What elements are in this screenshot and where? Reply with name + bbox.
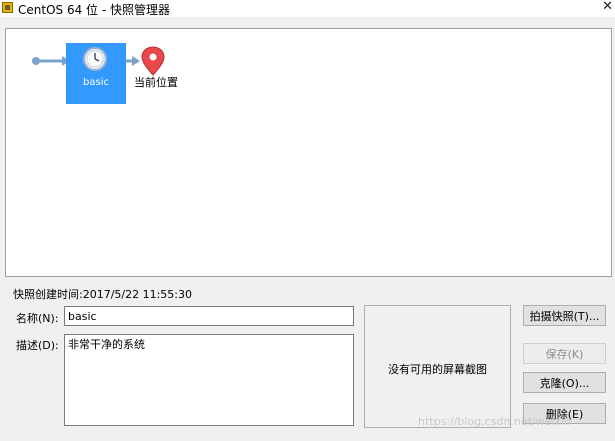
snapshot-tree-canvas[interactable]: basic 当前位置 xyxy=(5,28,612,277)
keep-button[interactable]: 保存(K) xyxy=(523,343,606,364)
preview-empty-text: 没有可用的屏幕截图 xyxy=(388,363,487,376)
watermark-text: https://blog.csdn.net/weixin xyxy=(418,415,572,428)
current-location-label: 当前位置 xyxy=(134,76,178,89)
snapshot-created-time: 快照创建时间:2017/5/22 11:55:30 xyxy=(13,288,193,301)
screenshot-preview: 没有可用的屏幕截图 xyxy=(364,305,511,428)
map-pin-icon xyxy=(141,46,165,76)
title-bar: CentOS 64 位 - 快照管理器 ✕ xyxy=(0,0,615,17)
clone-button[interactable]: 克隆(O)... xyxy=(523,372,606,393)
snapshot-description-field[interactable]: 非常干净的系统 xyxy=(64,334,354,426)
snapshot-node-basic[interactable]: basic xyxy=(66,43,126,104)
current-connector-arrow xyxy=(132,56,140,66)
take-snapshot-button[interactable]: 拍摄快照(T)... xyxy=(523,305,606,326)
vmware-app-icon xyxy=(2,2,13,13)
snapshot-name-field[interactable] xyxy=(64,306,354,326)
window-title: CentOS 64 位 - 快照管理器 xyxy=(18,3,170,17)
close-icon[interactable]: ✕ xyxy=(602,0,613,14)
clock-icon xyxy=(83,47,107,71)
description-label: 描述(D): xyxy=(16,339,59,352)
snapshot-node-label: basic xyxy=(83,77,109,88)
name-label: 名称(N): xyxy=(16,312,59,325)
